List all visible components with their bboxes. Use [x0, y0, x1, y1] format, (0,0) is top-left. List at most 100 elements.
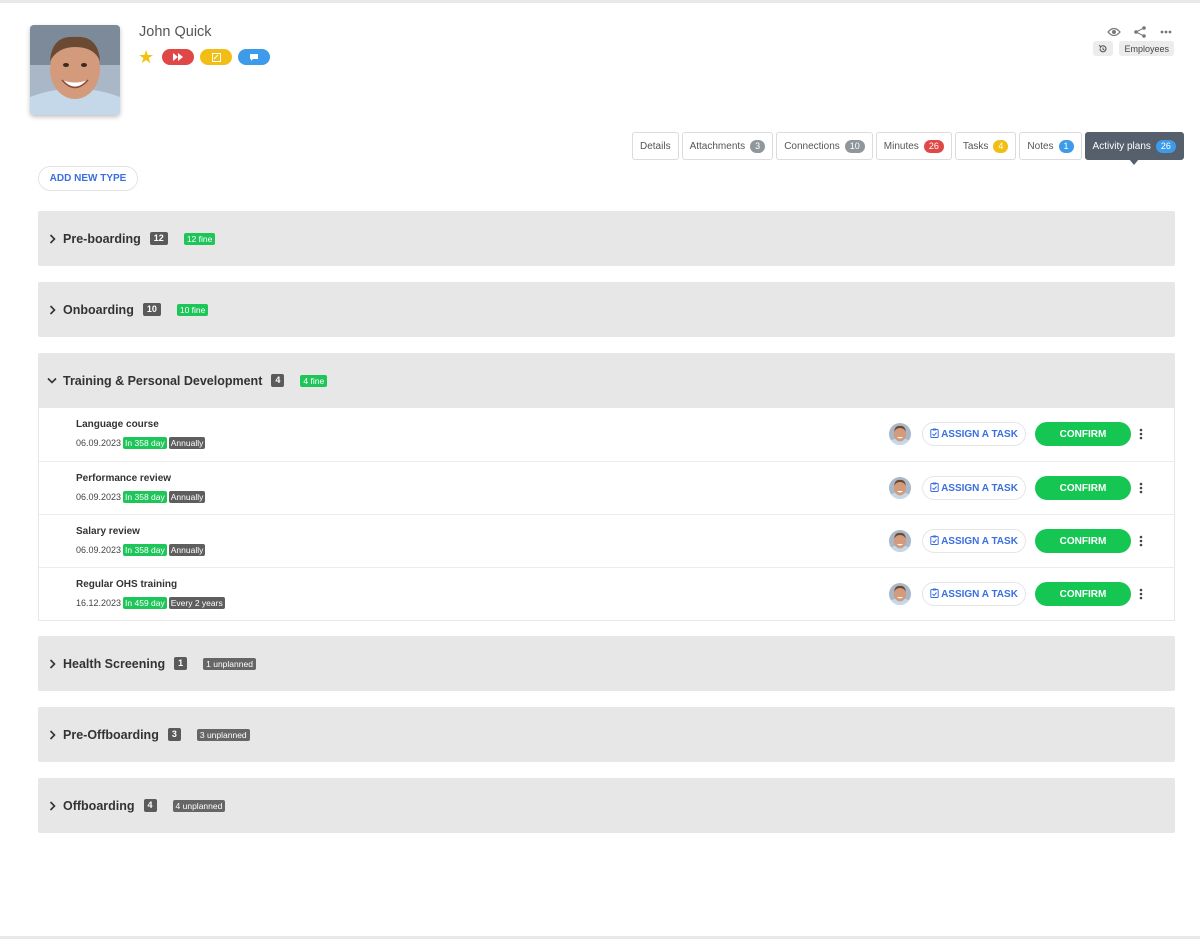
- category-chip[interactable]: Employees: [1119, 41, 1174, 56]
- status-badge: 12 fine: [183, 232, 216, 245]
- more-vertical-icon[interactable]: [1137, 480, 1145, 496]
- status-badge: 4 fine: [300, 374, 328, 387]
- status-badge: 1 unplanned: [203, 657, 256, 670]
- chat-icon[interactable]: [238, 49, 271, 65]
- forward-icon[interactable]: [162, 49, 195, 65]
- tab-bar: Details Attachments 3 Connections 10 Minutes 2…: [632, 132, 1184, 165]
- assign-task-button[interactable]: ASSIGN A TASK: [922, 422, 1026, 446]
- clipboard-check-icon: [930, 482, 939, 495]
- list-item: Salary review 06.09.2023 In 358 day Annuall…: [39, 514, 1174, 567]
- edit-note-icon[interactable]: [200, 49, 233, 65]
- section-title: Pre-Offboarding: [63, 727, 159, 742]
- assign-task-button[interactable]: ASSIGN A TASK: [922, 582, 1026, 606]
- list-item: Language course 06.09.2023 In 358 day Annua…: [39, 408, 1174, 461]
- clipboard-check-icon: [930, 428, 939, 441]
- tab-label: Attachments: [689, 140, 746, 152]
- section-offboarding: Offboarding 4 4 unplanned: [38, 778, 1175, 833]
- section-header[interactable]: Pre-Offboarding 3 3 unplanned: [38, 707, 1175, 762]
- confirm-button[interactable]: CONFIRM: [1035, 582, 1131, 606]
- tab-count-badge: 4: [993, 139, 1009, 153]
- assignee-avatar[interactable]: [889, 477, 911, 499]
- item-title: Performance review: [76, 473, 172, 484]
- tab-minutes[interactable]: Minutes 26: [875, 132, 952, 160]
- top-actions: [1106, 25, 1174, 39]
- tab-attachments[interactable]: Attachments 3: [681, 132, 774, 160]
- assignee-avatar[interactable]: [889, 423, 911, 445]
- item-meta: 06.09.2023 In 358 day Annually: [76, 437, 206, 449]
- tab-label: Tasks: [962, 140, 989, 152]
- assignee-avatar[interactable]: [889, 583, 911, 605]
- due-badge: In 358 day: [123, 437, 167, 449]
- assign-task-button[interactable]: ASSIGN A TASK: [922, 476, 1026, 500]
- add-new-type-button[interactable]: ADD NEW TYPE: [38, 166, 138, 191]
- more-vertical-icon[interactable]: [1137, 426, 1145, 442]
- item-title: Salary review: [76, 526, 140, 537]
- recurrence-badge: Every 2 years: [168, 597, 225, 609]
- confirm-button[interactable]: CONFIRM: [1035, 476, 1131, 500]
- confirm-button[interactable]: CONFIRM: [1035, 422, 1131, 446]
- due-badge: In 358 day: [123, 544, 167, 556]
- due-badge: In 459 day: [123, 597, 167, 609]
- assign-task-button[interactable]: ASSIGN A TASK: [922, 529, 1026, 553]
- chevron-right-icon[interactable]: [47, 304, 57, 315]
- section-count-badge: 4: [271, 374, 285, 387]
- more-vertical-icon[interactable]: [1137, 586, 1145, 602]
- chevron-right-icon[interactable]: [47, 658, 57, 669]
- status-badge: 4 unplanned: [172, 799, 226, 812]
- tab-label: Details: [640, 140, 671, 152]
- tab-count-badge: 10: [844, 139, 865, 153]
- star-icon[interactable]: ★: [138, 48, 154, 66]
- tab-tasks[interactable]: Tasks 4: [954, 132, 1017, 160]
- due-badge: In 358 day: [123, 491, 167, 503]
- section-items: Language course 06.09.2023 In 358 day Annua…: [38, 408, 1175, 621]
- chevron-right-icon[interactable]: [47, 233, 57, 244]
- history-icon[interactable]: [1093, 41, 1114, 56]
- tab-label: Connections: [784, 140, 840, 152]
- assignee-avatar[interactable]: [889, 530, 911, 552]
- item-title: Language course: [76, 419, 159, 430]
- section-count-badge: 1: [174, 657, 188, 670]
- section-header[interactable]: Training & Personal Development 4 4 fine: [38, 353, 1175, 408]
- tab-details[interactable]: Details: [632, 132, 679, 160]
- confirm-button[interactable]: CONFIRM: [1035, 529, 1131, 553]
- page-frame: John Quick ★ Employees Details Attachment…: [0, 0, 1200, 939]
- share-icon[interactable]: [1132, 25, 1148, 39]
- tab-connections[interactable]: Connections 10: [776, 132, 873, 160]
- section-title: Health Screening: [63, 656, 166, 671]
- tab-label: Activity plans: [1092, 140, 1151, 152]
- profile-photo: [30, 25, 120, 115]
- section-pre-offboarding: Pre-Offboarding 3 3 unplanned: [38, 707, 1175, 762]
- status-badge: 3 unplanned: [196, 728, 250, 741]
- item-date: 06.09.2023: [76, 545, 122, 555]
- section-pre-boarding: Pre-boarding 12 12 fine: [38, 211, 1175, 266]
- section-header[interactable]: Health Screening 1 1 unplanned: [38, 636, 1175, 691]
- eye-icon[interactable]: [1106, 25, 1122, 39]
- chevron-right-icon[interactable]: [47, 729, 57, 740]
- assign-task-label: ASSIGN A TASK: [941, 535, 1018, 547]
- chevron-down-icon[interactable]: [47, 376, 57, 386]
- recurrence-badge: Annually: [168, 491, 206, 503]
- status-badge: 10 fine: [176, 303, 209, 316]
- section-header[interactable]: Pre-boarding 12 12 fine: [38, 211, 1175, 266]
- assign-task-label: ASSIGN A TASK: [941, 428, 1018, 440]
- category-row: Employees: [1093, 41, 1174, 56]
- tab-count-badge: 26: [923, 139, 944, 153]
- section-header[interactable]: Offboarding 4 4 unplanned: [38, 778, 1175, 833]
- section-title: Training & Personal Development: [63, 373, 263, 388]
- recurrence-badge: Annually: [168, 437, 206, 449]
- more-horizontal-icon[interactable]: [1158, 25, 1174, 39]
- more-vertical-icon[interactable]: [1137, 533, 1145, 549]
- tab-count-badge: 26: [1155, 139, 1176, 153]
- tab-activity-plans[interactable]: Activity plans 26: [1084, 132, 1184, 165]
- chevron-right-icon[interactable]: [47, 800, 57, 811]
- section-header[interactable]: Onboarding 10 10 fine: [38, 282, 1175, 337]
- item-date: 06.09.2023: [76, 438, 122, 448]
- section-count-badge: 3: [167, 728, 181, 741]
- assign-task-label: ASSIGN A TASK: [941, 482, 1018, 494]
- recurrence-badge: Annually: [168, 544, 206, 556]
- tab-count-badge: 3: [750, 139, 766, 153]
- section-count-badge: 12: [149, 232, 168, 245]
- item-title: Regular OHS training: [76, 579, 178, 590]
- tab-notes[interactable]: Notes 1: [1019, 132, 1082, 160]
- section-health-screening: Health Screening 1 1 unplanned: [38, 636, 1175, 691]
